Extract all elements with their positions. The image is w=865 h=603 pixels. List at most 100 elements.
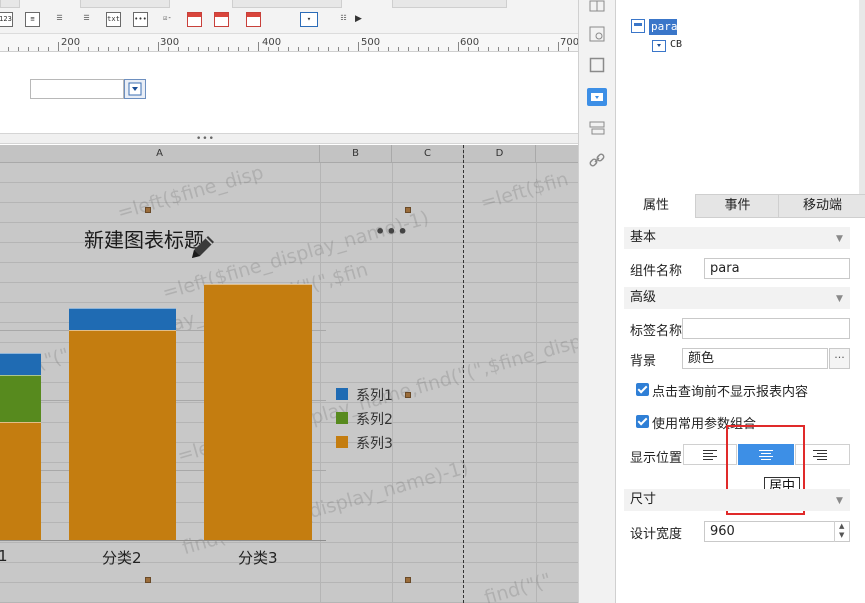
- legend-swatch-series1: [336, 388, 348, 400]
- ellipsis-button[interactable]: ···: [829, 348, 850, 369]
- checkbox-hide-before-query[interactable]: [636, 383, 649, 396]
- ruler-tick: [438, 47, 439, 51]
- ruler-tick: [118, 47, 119, 51]
- resize-handle[interactable]: [405, 577, 411, 583]
- ruler-tick: [258, 42, 259, 51]
- editor-tab[interactable]: [392, 0, 507, 8]
- drag-handle-icon[interactable]: •••: [196, 134, 214, 144]
- ruler-tick: [308, 47, 309, 51]
- spinner[interactable]: ▲ ▼: [834, 521, 850, 542]
- ruler-tick: [68, 47, 69, 51]
- pencil-icon[interactable]: [186, 228, 218, 264]
- chevron-down-icon[interactable]: ▼: [836, 294, 843, 304]
- widget-name-label: 组件名称: [630, 264, 683, 279]
- ruler-tick: [418, 47, 419, 51]
- resize-handle[interactable]: [405, 392, 411, 398]
- legend-label-series3[interactable]: 系列3: [356, 433, 393, 453]
- chevron-down-icon[interactable]: ▼: [836, 496, 843, 506]
- grid-row-line: [0, 582, 578, 583]
- widget-name-input[interactable]: para: [704, 258, 850, 279]
- component-settings-icon[interactable]: [589, 26, 605, 42]
- bar-系列3-分类1[interactable]: [0, 422, 41, 540]
- chevron-up-icon[interactable]: ▲: [839, 522, 844, 530]
- bar-系列3-分类2[interactable]: [69, 330, 176, 540]
- column-a-header[interactable]: A: [0, 145, 320, 163]
- ruler-tick: [158, 42, 159, 51]
- tag-name-input[interactable]: [682, 318, 850, 339]
- parameter-combo-input[interactable]: [30, 79, 124, 99]
- password-icon[interactable]: •••: [133, 12, 148, 27]
- dropdown-icon[interactable]: ▾: [300, 12, 318, 27]
- layout-icon[interactable]: [589, 0, 605, 16]
- ruler-tick: [458, 42, 459, 51]
- editor-tab[interactable]: [80, 0, 170, 8]
- ruler-tick: [228, 47, 229, 51]
- widget-properties-icon[interactable]: [587, 88, 607, 106]
- list-icon[interactable]: ☰: [52, 12, 67, 27]
- bar-系列2-分类1[interactable]: [0, 375, 41, 422]
- ruler-tick: [548, 47, 549, 51]
- tab-events[interactable]: 事件: [697, 194, 779, 218]
- design-width-input[interactable]: 960: [704, 521, 850, 542]
- ruler-tick: [128, 47, 129, 51]
- ruler-tick: [248, 47, 249, 51]
- ruler-tick: [288, 47, 289, 51]
- column-e-header[interactable]: [536, 145, 578, 163]
- ruler-tick: [88, 47, 89, 51]
- number-field-icon[interactable]: 123: [0, 12, 13, 27]
- ruler-tick: [298, 47, 299, 51]
- date-range-icon[interactable]: [246, 12, 261, 27]
- more-arrow-icon[interactable]: ▶: [355, 14, 362, 24]
- ruler-tick: [558, 42, 559, 51]
- frame-icon[interactable]: [589, 57, 605, 73]
- checklist-icon[interactable]: ☰: [79, 12, 94, 27]
- tree-icon[interactable]: ☷: [336, 12, 351, 27]
- date-icon[interactable]: [214, 12, 229, 27]
- resize-handle[interactable]: [405, 207, 411, 213]
- editor-tab[interactable]: [232, 0, 342, 8]
- chevron-down-icon[interactable]: [124, 79, 146, 99]
- column-header: A B C D: [0, 145, 578, 163]
- checkbox-label: 点击查询前不显示报表内容: [652, 385, 809, 400]
- tree-node-para[interactable]: para: [649, 19, 678, 35]
- bar-系列1-分类2[interactable]: [69, 308, 176, 330]
- x-axis-tick-label: 分类2: [102, 549, 142, 567]
- combo-box-icon: [652, 40, 666, 52]
- chevron-down-icon[interactable]: ▼: [836, 234, 843, 244]
- editor-tab[interactable]: [0, 0, 20, 8]
- tree-scrollbar[interactable]: [859, 0, 865, 194]
- checkbox-icon[interactable]: ☑-: [160, 12, 175, 27]
- resize-handle[interactable]: [145, 207, 151, 213]
- text-field-icon[interactable]: txt: [106, 12, 121, 27]
- ruler-tick: [338, 47, 339, 51]
- tab-properties[interactable]: 属性: [617, 194, 696, 218]
- resize-handle[interactable]: [145, 577, 151, 583]
- ruler-tick: [478, 47, 479, 51]
- column-d-header[interactable]: D: [464, 145, 536, 163]
- section-basic[interactable]: 基本: [624, 227, 850, 249]
- section-advanced[interactable]: 高级: [624, 287, 850, 309]
- legend-swatch-series2: [336, 412, 348, 424]
- tree-node-cb[interactable]: CB: [670, 39, 682, 50]
- x-axis-tick-label: 分类3: [238, 549, 278, 567]
- checkbox-common-params[interactable]: [636, 415, 649, 428]
- link-icon[interactable]: [589, 152, 605, 168]
- column-c-header[interactable]: C: [392, 145, 464, 163]
- ruler-tick: [238, 47, 239, 51]
- section-size[interactable]: 尺寸: [624, 489, 850, 511]
- legend-label-series1[interactable]: 系列1: [356, 385, 393, 405]
- ruler-tick: [528, 47, 529, 51]
- background-input[interactable]: 颜色: [682, 348, 828, 369]
- bar-系列1-分类1[interactable]: [0, 353, 41, 375]
- table-icon[interactable]: ≡: [25, 12, 40, 27]
- legend-label-series2[interactable]: 系列2: [356, 409, 393, 429]
- tab-mobile[interactable]: 移动端: [780, 194, 865, 218]
- bar-系列3-分类3[interactable]: [204, 284, 312, 540]
- chevron-down-icon[interactable]: ▼: [839, 531, 844, 539]
- column-b-header[interactable]: B: [320, 145, 392, 163]
- pane-splitter[interactable]: [0, 133, 578, 144]
- ruler-tick: [168, 47, 169, 51]
- radio-icon[interactable]: [187, 12, 202, 27]
- form-items-icon[interactable]: [589, 120, 605, 136]
- more-options-icon[interactable]: •••: [375, 222, 409, 241]
